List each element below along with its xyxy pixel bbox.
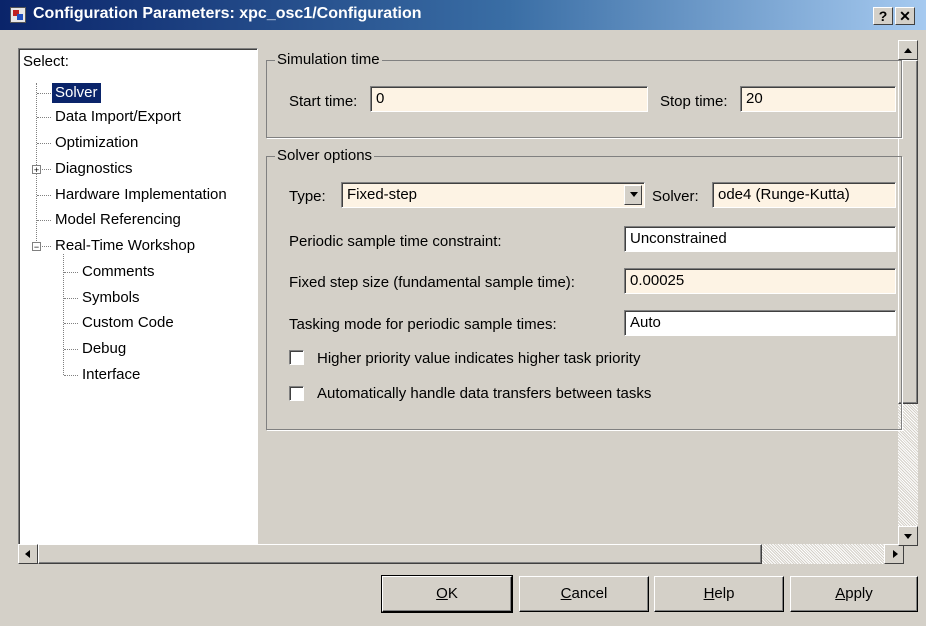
tree-item-data-import-export[interactable]: Data Import/Export: [52, 107, 184, 127]
simulation-time-title: Simulation time: [275, 51, 382, 68]
type-dropdown-button[interactable]: [624, 185, 642, 205]
scroll-down-button[interactable]: [898, 526, 918, 546]
arrow-right-icon: [893, 550, 898, 558]
apply-label-rest: pply: [845, 585, 873, 602]
fixed-step-size-label: Fixed step size (fundamental sample time…: [289, 274, 575, 291]
tree-connector: [37, 143, 51, 144]
arrow-down-icon: [904, 534, 912, 539]
ok-label-rest: K: [447, 585, 458, 602]
tree-connector: [64, 323, 78, 324]
type-select-value: Fixed-step: [347, 186, 418, 203]
scroll-left-button[interactable]: [18, 544, 38, 564]
tree-item-solver[interactable]: Solver: [52, 83, 101, 103]
tree-connector: [37, 220, 51, 221]
start-time-label: Start time:: [289, 93, 358, 110]
tree-item-real-time-workshop[interactable]: Real-Time Workshop: [52, 236, 198, 256]
tree-item-comments[interactable]: Comments: [79, 262, 158, 282]
title-bar[interactable]: Configuration Parameters: xpc_osc1/Confi…: [0, 0, 926, 30]
periodic-constraint-select[interactable]: Unconstrained: [624, 226, 896, 252]
tree-connector: [64, 272, 78, 273]
apply-mnemonic: A: [835, 585, 846, 602]
horizontal-scroll-track[interactable]: [762, 544, 884, 564]
apply-button[interactable]: Apply: [790, 576, 918, 612]
stop-time-input[interactable]: 20: [740, 86, 896, 112]
solver-label: Solver:: [652, 188, 699, 205]
cancel-button[interactable]: Cancel: [519, 576, 649, 612]
window-title: Configuration Parameters: xpc_osc1/Confi…: [33, 5, 422, 22]
start-time-input[interactable]: 0: [370, 86, 648, 112]
transfer-checkbox[interactable]: [289, 386, 304, 401]
transfer-checkbox-label[interactable]: Automatically handle data transfers betw…: [317, 385, 651, 402]
tree-connector: [64, 349, 78, 350]
tree-connector: [37, 195, 51, 196]
tree-connector: [64, 298, 78, 299]
tasking-mode-label: Tasking mode for periodic sample times:: [289, 316, 557, 333]
periodic-constraint-label: Periodic sample time constraint:: [289, 233, 502, 250]
tree-connector: [64, 375, 78, 376]
simulink-app-icon: [10, 7, 26, 23]
tree-item-hardware-implementation[interactable]: Hardware Implementation: [52, 185, 230, 205]
cancel-mnemonic: C: [560, 585, 572, 602]
expand-diagnostics-icon[interactable]: +: [32, 165, 41, 175]
context-help-button[interactable]: ?: [873, 7, 893, 25]
help-label-rest: elp: [714, 585, 735, 602]
tree-connector: [37, 117, 51, 118]
tasking-mode-select[interactable]: Auto: [624, 310, 896, 336]
tree-item-diagnostics[interactable]: Diagnostics: [52, 159, 136, 179]
type-select[interactable]: Fixed-step: [341, 182, 645, 208]
tree-item-model-referencing[interactable]: Model Referencing: [52, 210, 184, 230]
scroll-right-button[interactable]: [884, 544, 904, 564]
stop-time-label: Stop time:: [660, 93, 728, 110]
type-label: Type:: [289, 188, 326, 205]
help-button[interactable]: Help: [654, 576, 784, 612]
tree-header: Select:: [23, 53, 69, 70]
ok-button[interactable]: OK: [381, 575, 513, 613]
solver-select[interactable]: ode4 (Runge-Kutta): [712, 182, 896, 208]
solver-options-title: Solver options: [275, 147, 375, 164]
tree-item-optimization[interactable]: Optimization: [52, 133, 141, 153]
tree-item-symbols[interactable]: Symbols: [79, 288, 143, 308]
arrow-up-icon: [904, 48, 912, 53]
tree-item-debug[interactable]: Debug: [79, 339, 129, 359]
collapse-rtw-icon[interactable]: −: [32, 242, 41, 252]
tree-item-custom-code[interactable]: Custom Code: [79, 313, 177, 333]
close-window-button[interactable]: ✕: [895, 7, 915, 25]
horizontal-scroll-thumb[interactable]: [38, 544, 762, 564]
tree-panel[interactable]: Select: + − Solver Data Import/Export Op…: [18, 48, 258, 564]
priority-checkbox-label[interactable]: Higher priority value indicates higher t…: [317, 350, 640, 367]
cancel-label-rest: ancel: [571, 585, 608, 602]
tree-item-interface[interactable]: Interface: [79, 365, 143, 385]
chevron-down-icon: [630, 192, 638, 197]
fixed-step-size-input[interactable]: 0.00025: [624, 268, 896, 294]
help-mnemonic: H: [703, 585, 715, 602]
priority-checkbox[interactable]: [289, 350, 304, 365]
scroll-up-button[interactable]: [898, 40, 918, 60]
horizontal-scrollbar[interactable]: [18, 544, 924, 564]
arrow-left-icon: [25, 550, 30, 558]
ok-mnemonic: O: [436, 585, 448, 602]
tree-connector: [37, 93, 51, 94]
